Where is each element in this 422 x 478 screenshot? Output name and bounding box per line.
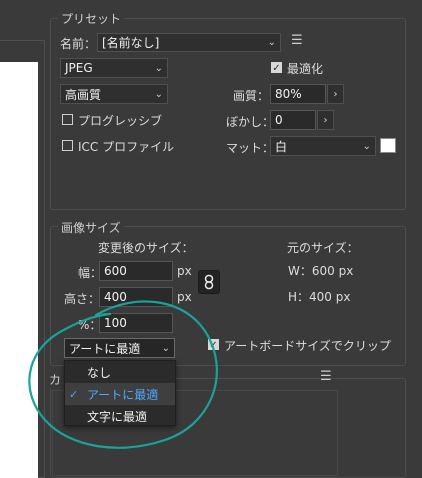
percent-field[interactable]: 100 — [99, 313, 173, 333]
quality-stepper-button[interactable]: › — [327, 84, 344, 104]
height-label: 高さ： — [64, 292, 101, 306]
color-table-legend: カ — [46, 371, 65, 388]
optimize-label: 最適化 — [287, 62, 324, 76]
clip-artboard-label: アートボードサイズでクリップ — [224, 339, 391, 353]
width-unit: px — [177, 264, 192, 278]
matte-label: マット： — [226, 141, 275, 155]
original-size-label: 元のサイズ： — [287, 241, 359, 255]
menu-item-label: なし — [87, 365, 112, 380]
quality-preset-value: 高画質 — [65, 87, 102, 102]
quality-field[interactable]: 80% — [270, 84, 326, 104]
percent-label: %： — [78, 318, 102, 332]
new-size-label: 変更後のサイズ： — [98, 241, 194, 255]
preset-menu-icon[interactable]: ☰ — [291, 33, 303, 48]
quality-label: 画質： — [233, 89, 270, 103]
checkmark-icon: ✓ — [69, 387, 79, 401]
color-table-menu-icon[interactable]: ☰ — [320, 369, 332, 384]
matte-color-swatch[interactable] — [380, 138, 396, 153]
original-height: H：400 px — [288, 290, 351, 304]
matte-dropdown[interactable]: 白 ⌄ — [270, 136, 376, 156]
menu-item-type-optimized[interactable]: 文字に最適 — [65, 405, 175, 427]
chevron-down-icon: ⌄ — [154, 88, 163, 100]
constrain-proportions-button[interactable] — [198, 270, 220, 294]
height-unit: px — [177, 290, 192, 304]
clip-artboard-checkbox[interactable]: ✓ — [208, 339, 219, 351]
icc-checkbox[interactable] — [62, 140, 73, 151]
resample-menu: なし ✓ アートに最適 文字に最適 — [64, 360, 176, 426]
icc-label: ICC プロファイル — [78, 140, 175, 154]
blur-value: 0 — [275, 113, 283, 127]
progressive-label: プログレッシブ — [78, 114, 163, 128]
quality-preset-dropdown[interactable]: 高画質 ⌄ — [60, 84, 168, 104]
blur-label: ぼかし： — [226, 115, 275, 129]
resample-value: アートに最適 — [69, 341, 141, 356]
chevron-down-icon: ⌄ — [362, 140, 371, 152]
format-value: JPEG — [65, 61, 93, 75]
preset-name-dropdown[interactable]: [名前なし] ⌄ — [97, 33, 281, 52]
menu-item-label: アートに最適 — [87, 387, 159, 402]
matte-value: 白 — [275, 139, 288, 154]
chevron-down-icon: ⌄ — [161, 342, 170, 354]
width-field[interactable]: 600 — [99, 261, 173, 281]
preview-canvas — [0, 62, 38, 478]
progressive-checkbox[interactable] — [62, 114, 73, 125]
preset-name-label: 名前： — [60, 37, 97, 51]
link-icon — [204, 274, 214, 290]
optimize-checkbox[interactable]: ✓ — [271, 62, 282, 74]
menu-item-label: 文字に最適 — [87, 409, 148, 424]
original-width: W：600 px — [288, 264, 354, 278]
menu-item-none[interactable]: なし — [65, 361, 175, 383]
chevron-down-icon: ⌄ — [267, 37, 276, 48]
preset-name-value: [名前なし] — [102, 36, 160, 50]
height-value: 400 — [104, 290, 127, 304]
image-size-legend: 画像サイズ — [58, 219, 124, 236]
chevron-down-icon: ⌄ — [154, 62, 163, 74]
preset-legend: プリセット — [58, 10, 125, 27]
height-field[interactable]: 400 — [99, 287, 173, 307]
quality-value: 80% — [275, 87, 302, 101]
blur-field[interactable]: 0 — [270, 110, 316, 130]
format-dropdown[interactable]: JPEG ⌄ — [60, 58, 168, 78]
width-value: 600 — [104, 264, 127, 278]
blur-stepper-button[interactable]: › — [317, 110, 334, 130]
menu-item-art-optimized[interactable]: ✓ アートに最適 — [65, 383, 175, 405]
percent-value: 100 — [104, 316, 127, 330]
resample-dropdown[interactable]: アートに最適 ⌄ — [64, 338, 175, 358]
